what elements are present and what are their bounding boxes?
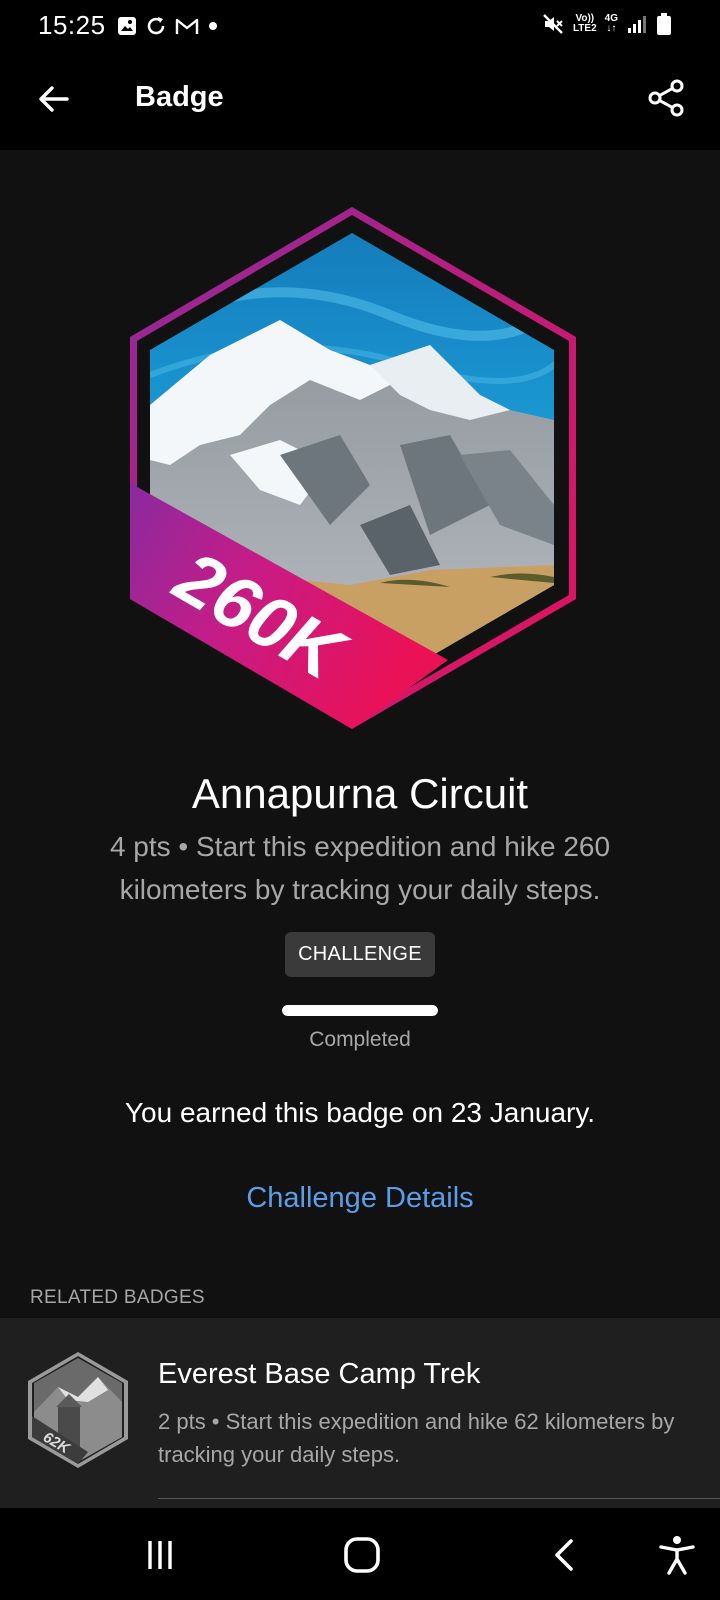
dot-icon: [209, 22, 217, 30]
net-arrows: ↓↑: [606, 23, 617, 34]
recent-apps-icon: [148, 1541, 172, 1569]
status-notification-icons: [116, 14, 220, 38]
divider: [158, 1498, 720, 1499]
signal-icon: [628, 16, 646, 33]
battery-icon: [657, 13, 671, 35]
related-badges-header: RELATED BADGES: [30, 1287, 205, 1308]
arrow-left-icon: [39, 86, 69, 112]
system-nav-bar: [0, 1508, 720, 1600]
badge-description: 4 pts • Start this expedition and hike 2…: [109, 831, 611, 905]
sync-icon: [147, 17, 165, 35]
progress-bar: [282, 1005, 438, 1016]
recent-apps-button[interactable]: [135, 1530, 185, 1580]
badge-image: 260K: [130, 207, 576, 729]
badge-type-chip: CHALLENGE: [285, 932, 435, 977]
related-badge-item[interactable]: 62K Everest Base Camp Trek 2 pts • Start…: [0, 1318, 720, 1508]
accessibility-icon: [659, 1536, 695, 1575]
mute-icon: [543, 14, 563, 34]
related-badge-description: 2 pts • Start this expedition and hike 6…: [158, 1409, 675, 1467]
home-icon: [344, 1537, 380, 1573]
home-button[interactable]: [337, 1530, 387, 1580]
share-icon: [648, 79, 684, 117]
volte-sim-label: LTE2: [572, 23, 597, 34]
progress-fill: [282, 1005, 438, 1016]
status-system-icons: Vo)) LTE2 4G ↓↑: [541, 12, 672, 36]
earned-date-text: You earned this badge on 23 January.: [124, 1097, 596, 1128]
page-title: Badge: [135, 81, 224, 113]
badge-title: Annapurna Circuit: [191, 770, 529, 817]
accessibility-button[interactable]: [652, 1530, 702, 1580]
gmail-icon: [175, 18, 199, 34]
back-button[interactable]: [30, 75, 78, 123]
challenge-details-link[interactable]: Challenge Details: [0, 1182, 720, 1215]
share-button[interactable]: [640, 72, 692, 124]
status-time: 15:25: [38, 10, 106, 40]
4g-icon: 4G ↓↑: [605, 14, 618, 34]
related-badge-thumbnail: 62K: [28, 1352, 128, 1468]
chevron-left-icon: [555, 1539, 573, 1571]
progress-label: Completed: [309, 1028, 411, 1051]
gallery-icon: [118, 17, 136, 35]
back-nav-button[interactable]: [540, 1530, 590, 1580]
related-badge-title: Everest Base Camp Trek: [158, 1358, 481, 1390]
volte-icon: Vo)) LTE2: [573, 14, 597, 34]
app-bar: Badge: [0, 50, 720, 150]
status-bar: 15:25 Vo)) LTE2 4G ↓↑: [0, 0, 720, 50]
